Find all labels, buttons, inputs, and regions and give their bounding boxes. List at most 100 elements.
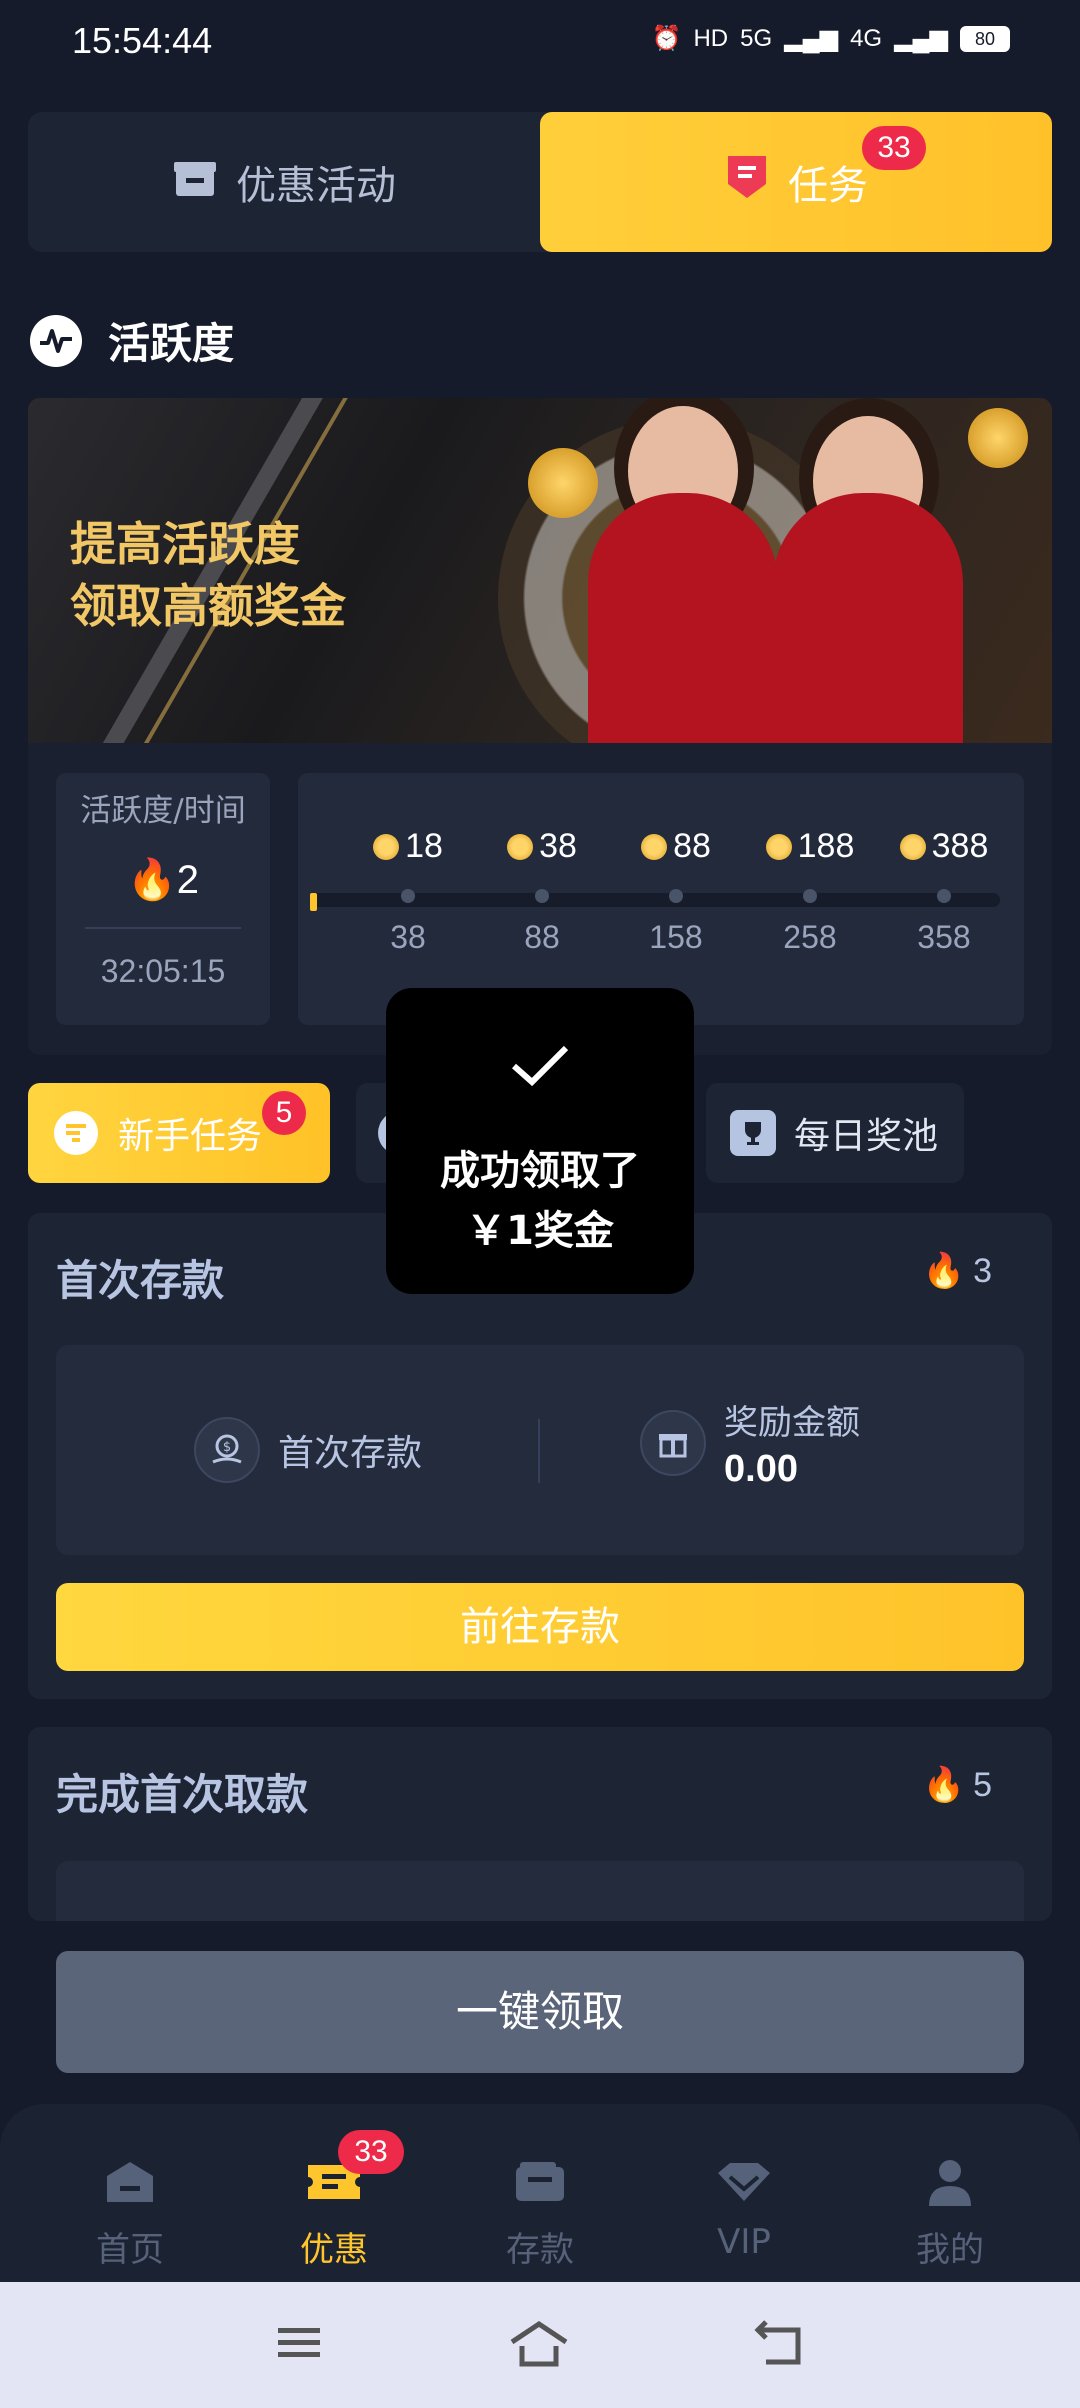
banner-headline: 提高活跃度 — [70, 517, 300, 571]
divider — [85, 927, 241, 929]
coin-image — [528, 448, 598, 518]
nav-vip-label: VIP — [717, 2222, 771, 2262]
milestone-reward: 18 — [405, 827, 443, 865]
activity-section-title: 活跃度 — [30, 310, 234, 371]
tab-promotions-label: 优惠活动 — [236, 163, 396, 209]
toast-message: 成功领取了 — [440, 1148, 640, 1194]
newbie-tasks-badge: 5 — [262, 1091, 306, 1135]
milestone-threshold: 358 — [917, 919, 971, 955]
coin-icon — [765, 833, 792, 860]
status-icons: ⏰ HD 5G ▂▄▆ 4G ▂▄▆ 80 — [652, 24, 1010, 53]
claim-all-button[interactable]: 一键领取 — [56, 1951, 1024, 2073]
nav-profile[interactable]: 我的 — [880, 2156, 1020, 2271]
banner-subheadline: 领取高额奖金 — [70, 579, 346, 633]
tab-promotions[interactable]: 优惠活动 — [28, 112, 540, 252]
diamond-icon — [674, 2156, 814, 2208]
home-icon — [60, 2156, 200, 2208]
trophy-icon — [730, 1110, 776, 1156]
pulse-icon — [30, 314, 82, 367]
go-deposit-button[interactable]: 前往存款 — [56, 1583, 1024, 1671]
milestone-reward: 38 — [539, 827, 577, 865]
milestone-threshold: 38 — [390, 919, 426, 955]
deposit-icon: $ — [194, 1417, 260, 1483]
flame-icon: 🔥 — [126, 858, 177, 902]
status-bar: 15:54:44 ⏰ HD 5G ▂▄▆ 4G ▂▄▆ 80 — [0, 0, 1080, 86]
flame-icon: 🔥 — [922, 1766, 966, 1804]
activity-title: 活跃度 — [108, 319, 235, 368]
coin-icon — [373, 833, 400, 860]
reward-label: 奖励金额 — [724, 1403, 860, 1443]
task-reward: 奖励金额 0.00 — [640, 1395, 860, 1491]
status-time: 15:54:44 — [72, 20, 213, 61]
task-icon — [54, 1111, 98, 1155]
coin-image — [968, 408, 1028, 468]
home-icon[interactable] — [508, 2320, 570, 2368]
milestone-threshold: 158 — [649, 919, 703, 955]
system-nav-bar — [0, 2282, 1080, 2408]
task-detail: $ 首次存款 奖励金额 0.00 — [56, 1345, 1024, 1555]
tab-daily-pool[interactable]: 每日奖池 — [706, 1083, 964, 1183]
activity-score-box: 活跃度/时间 🔥2 32:05:15 — [56, 773, 270, 1025]
network-5g: 5G — [740, 24, 773, 52]
promotions-badge: 33 — [338, 2130, 404, 2174]
svg-text:$: $ — [223, 1440, 231, 1455]
success-toast: 成功领取了 ￥1奖金 — [386, 988, 694, 1294]
activity-banner[interactable]: 提高活跃度 领取高额奖金 — [28, 398, 1052, 743]
wallet-icon — [470, 2156, 610, 2208]
task-title: 完成首次取款 — [56, 1770, 309, 1819]
nav-deposit[interactable]: 存款 — [470, 2156, 610, 2271]
milestone-dot — [401, 889, 415, 903]
milestone-reward: 388 — [931, 827, 989, 865]
flame-icon: 🔥 — [922, 1252, 966, 1290]
nav-deposit-label: 存款 — [506, 2230, 574, 2270]
nav-promotions-label: 优惠 — [300, 2230, 368, 2270]
milestone-dot — [937, 889, 951, 903]
divider — [538, 1419, 540, 1483]
user-icon — [880, 2156, 1020, 2208]
activity-score: 🔥2 — [126, 858, 200, 902]
milestone-threshold: 88 — [524, 919, 560, 955]
coin-icon — [507, 833, 534, 860]
alarm-icon: ⏰ — [651, 25, 682, 52]
nav-vip[interactable]: VIP — [674, 2156, 814, 2262]
tab-daily-pool-label: 每日奖池 — [794, 1116, 939, 1157]
tab-newbie-tasks-label: 新手任务 — [118, 1116, 263, 1157]
toast-amount: ￥1奖金 — [466, 1208, 614, 1254]
gift-box-icon — [172, 154, 218, 210]
menu-icon[interactable] — [274, 2320, 324, 2366]
task-points: 🔥 5 — [922, 1765, 992, 1805]
progress-fill — [310, 893, 317, 911]
milestone-dot — [669, 889, 683, 903]
hd-icon: HD — [693, 24, 729, 52]
model-image — [588, 493, 778, 743]
activity-timer: 32:05:15 — [100, 953, 226, 989]
task-points: 🔥 3 — [922, 1251, 992, 1291]
bottom-nav: 首页 优惠 33 存款 VIP 我的 — [0, 2104, 1080, 2282]
signal-icon: ▂▄▆ — [894, 25, 948, 52]
signal-icon: ▂▄▆ — [784, 25, 839, 52]
tab-tasks-label: 任务 — [788, 163, 868, 209]
coin-icon — [641, 833, 668, 860]
milestone-threshold: 258 — [783, 919, 837, 955]
model-image — [773, 493, 963, 743]
task-condition: $ 首次存款 — [194, 1417, 422, 1483]
milestone-reward: 88 — [673, 827, 711, 865]
network-4g: 4G — [850, 24, 883, 52]
tab-tasks[interactable]: 任务 33 — [540, 112, 1052, 252]
task-shield-icon — [724, 152, 770, 212]
milestone-reward: 188 — [797, 827, 855, 865]
task-detail — [56, 1861, 1024, 1921]
task-condition-label: 首次存款 — [278, 1433, 423, 1474]
nav-home-label: 首页 — [96, 2230, 164, 2270]
task-title: 首次存款 — [56, 1256, 225, 1305]
top-tabs: 优惠活动 任务 33 — [28, 112, 1052, 252]
tasks-badge: 33 — [862, 126, 926, 170]
tab-newbie-tasks[interactable]: 新手任务 5 — [28, 1083, 330, 1183]
activity-score-label: 活跃度/时间 — [80, 793, 246, 829]
back-icon[interactable] — [752, 2320, 806, 2368]
gift-icon — [640, 1410, 706, 1476]
coin-icon — [899, 833, 926, 860]
nav-home[interactable]: 首页 — [60, 2156, 200, 2271]
nav-promotions[interactable]: 优惠 33 — [264, 2130, 404, 2271]
milestone-dot — [803, 889, 817, 903]
